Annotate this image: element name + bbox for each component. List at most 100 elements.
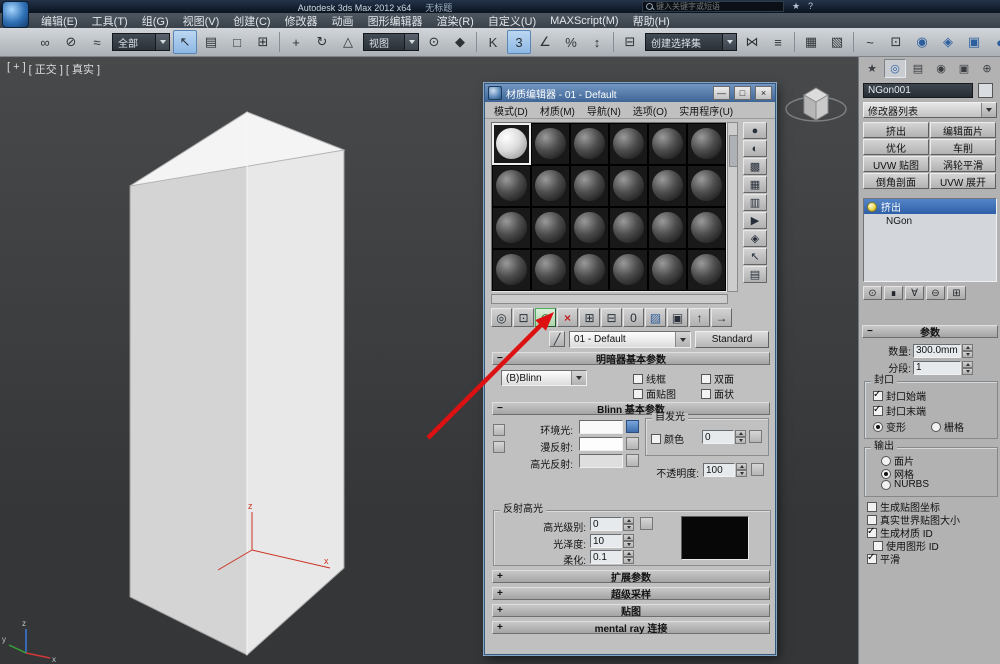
material-sample-slot[interactable] [531,123,570,165]
spinner-up-icon[interactable] [736,463,747,470]
diffuse-color-swatch[interactable] [579,437,623,451]
menu-modifiers[interactable]: 修改器 [278,13,325,29]
radio-icon[interactable] [931,421,941,432]
stack-item-ngon[interactable]: NGon [864,214,996,228]
menu-maxscript[interactable]: MAXScript(M) [543,15,625,27]
modifier-button-edit-patch[interactable]: 编辑面片 [930,122,996,138]
maps-rollout[interactable]: 贴图 [492,604,770,618]
material-sample-slot[interactable] [570,207,609,249]
material-sample-slot[interactable] [648,207,687,249]
maximize-icon[interactable]: □ [734,86,751,100]
menu-edit[interactable]: 编辑(E) [34,13,85,29]
show-end-result-icon[interactable]: ∎ [884,286,903,300]
specular-level-value[interactable]: 0 [590,517,622,531]
pin-stack-icon[interactable]: ⊙ [863,286,882,300]
spinner-up-icon[interactable] [623,550,634,557]
modifier-button-unwrap-uvw[interactable]: UVW 展开 [930,173,996,189]
shader-type-dropdown[interactable]: (B)Blinn [501,370,587,386]
opacity-spinner[interactable]: 100 [703,463,747,477]
unlink-selection-icon[interactable]: ⊘ [59,30,83,54]
chevron-down-icon[interactable] [571,371,586,385]
select-and-move-icon[interactable]: + [284,30,308,54]
lock-diffuse-specular-icon[interactable] [493,441,505,453]
face-map-checkbox[interactable]: 面贴图 [633,386,676,401]
checkbox-icon[interactable] [651,433,661,444]
material-id-channel-icon[interactable]: 0 [623,308,644,327]
spinner-down-icon[interactable] [962,350,973,358]
tab-utilities-icon[interactable]: ⊕ [976,59,998,78]
modifier-button-turbosmooth[interactable]: 涡轮平滑 [930,156,996,172]
checkbox-icon[interactable] [873,389,883,401]
self-illum-value[interactable]: 0 [702,430,734,444]
object-color-swatch[interactable] [978,83,993,98]
material-sample-slot[interactable] [609,249,648,291]
chevron-down-icon[interactable] [981,103,996,117]
wire-checkbox[interactable]: 线框 [633,371,666,386]
material-sample-slot[interactable] [492,207,531,249]
material-sample-slot[interactable] [531,249,570,291]
modifier-stack[interactable]: 挤出 NGon [863,198,997,282]
snap-toggle-3d-icon[interactable]: 3 [507,30,531,54]
reset-map-mtl-icon[interactable]: × [557,308,578,327]
grid-radio[interactable]: 栅格 [931,419,964,434]
menu-help[interactable]: 帮助(H) [626,13,677,29]
amount-value[interactable]: 300.0mm [913,343,961,358]
schematic-view-icon[interactable]: ⊡ [884,30,908,54]
chevron-down-icon[interactable] [404,34,418,50]
graphite-modeling-ribbon-icon[interactable]: ▧ [825,30,849,54]
menu-material[interactable]: 材质(M) [534,103,581,118]
material-sample-slot[interactable] [687,123,726,165]
menu-animation[interactable]: 动画 [325,13,361,29]
background-icon[interactable]: ▩ [743,158,767,175]
select-object-icon[interactable]: ↖ [173,30,197,54]
viewport-menu-shading[interactable]: [ 真实 ] [66,61,100,77]
material-sample-slot[interactable] [492,123,531,165]
specular-color-swatch[interactable] [579,454,623,468]
spinner-down-icon[interactable] [623,557,634,564]
material-sample-slot[interactable] [648,249,687,291]
tab-modify-icon[interactable]: ◎ [884,59,906,78]
material-map-navigator-icon[interactable]: ▤ [743,266,767,283]
tab-create-icon[interactable]: ★ [861,59,883,78]
faceted-checkbox[interactable]: 面状 [701,386,734,401]
curve-editor-icon[interactable]: ~ [858,30,882,54]
tab-display-icon[interactable]: ▣ [953,59,975,78]
select-and-scale-icon[interactable]: △ [336,30,360,54]
segments-value[interactable]: 1 [913,360,961,375]
material-sample-slot[interactable] [531,165,570,207]
opacity-value[interactable]: 100 [703,463,735,477]
specular-level-map-button[interactable] [640,517,653,530]
minimize-icon[interactable]: — [713,86,730,100]
modifier-button-bevel-profile[interactable]: 倒角剖面 [863,173,929,189]
spinner-up-icon[interactable] [735,430,746,437]
smooth-checkbox[interactable]: 平滑 [867,551,900,566]
menu-create[interactable]: 创建(C) [226,13,277,29]
put-material-to-scene-icon[interactable]: ⊡ [513,308,534,327]
nurbs-radio[interactable]: NURBS [881,479,929,490]
rectangular-selection-region-icon[interactable]: □ [225,30,249,54]
blinn-basic-rollout-header[interactable]: Blinn 基本参数 [492,402,770,416]
search-box[interactable] [642,1,784,12]
select-by-material-icon[interactable]: ↖ [743,248,767,265]
glossiness-spinner[interactable]: 10 [590,534,634,548]
viewcube[interactable] [785,87,847,122]
ambient-color-swatch[interactable] [579,420,623,434]
go-to-parent-icon[interactable]: ↑ [689,308,710,327]
opacity-map-button[interactable] [751,463,764,476]
bind-to-space-warp-icon[interactable]: ≈ [85,30,109,54]
material-editor-titlebar[interactable]: 材质编辑器 - 01 - Default — □ × [485,84,775,102]
menu-customize[interactable]: 自定义(U) [481,13,543,29]
spinner-up-icon[interactable] [623,534,634,541]
keyboard-shortcut-override-icon[interactable]: K [481,30,505,54]
slots-horizontal-scrollbar[interactable] [491,294,728,304]
checkbox-icon[interactable] [867,514,877,525]
go-forward-to-sibling-icon[interactable]: → [711,308,732,327]
put-to-library-icon[interactable]: ⊟ [601,308,622,327]
angle-snap-toggle-icon[interactable]: ∠ [533,30,557,54]
menu-navigation[interactable]: 导航(N) [581,103,627,118]
menu-utilities[interactable]: 实用程序(U) [673,103,739,118]
material-sample-slot[interactable] [570,165,609,207]
stack-item-extrude[interactable]: 挤出 [864,199,996,214]
align-icon[interactable]: ≡ [766,30,790,54]
make-unique-icon[interactable]: ∀ [905,286,924,300]
